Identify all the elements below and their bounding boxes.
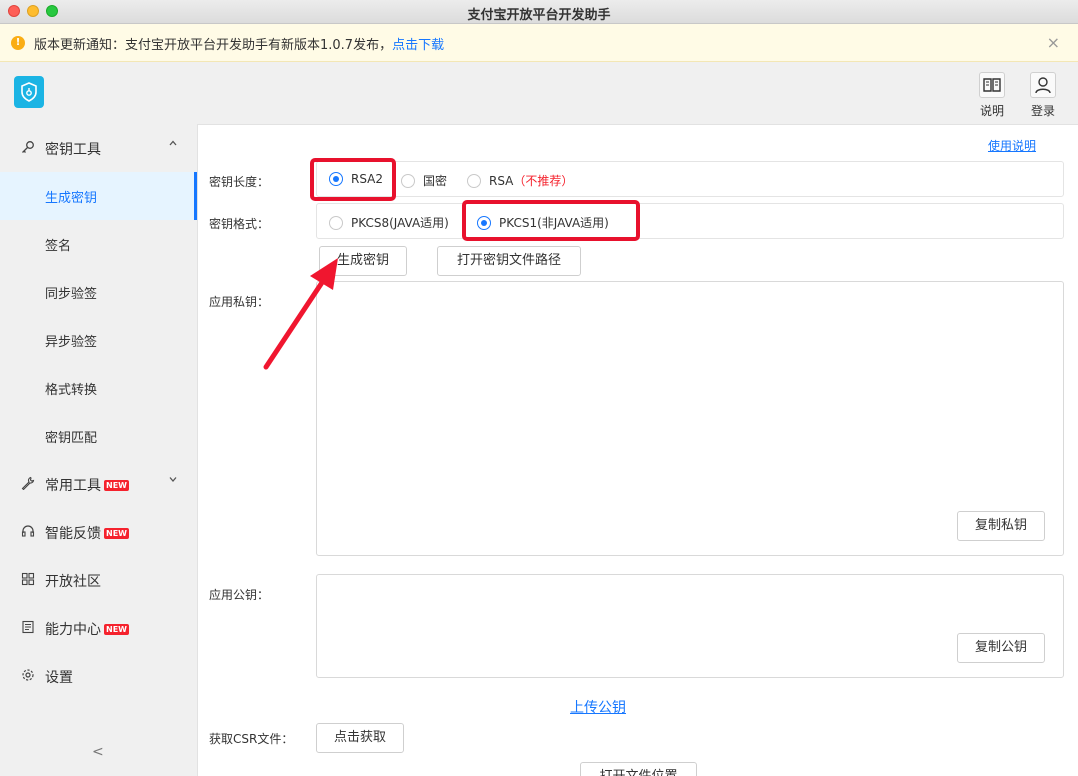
login-button[interactable]: 登录 — [1023, 68, 1063, 122]
sidebar-item-label: 签名 — [45, 239, 72, 254]
sidebar-item-label: 密钥匹配 — [45, 431, 98, 446]
sidebar-item-sync-verify[interactable]: 同步验签 — [0, 268, 197, 316]
notice-message: 版本更新通知：支付宝开放平台开发助手有新版本1.0.7发布， — [34, 38, 393, 53]
sidebar-item-async-verify[interactable]: 异步验签 — [0, 316, 197, 364]
sidebar-group-label: 能力中心 NEW — [45, 619, 129, 639]
sidebar-item-format-convert[interactable]: 格式转换 — [0, 364, 197, 412]
sidebar-group-label: 智能反馈 NEW — [45, 523, 129, 543]
chevron-down-icon — [168, 474, 178, 487]
sidebar-item-label: 同步验签 — [45, 287, 98, 302]
chevron-up-icon — [168, 138, 178, 151]
window-title: 支付宝开放平台开发助手 — [467, 8, 611, 23]
annotation-arrow-icon — [263, 258, 338, 370]
notice-text: 版本更新通知：支付宝开放平台开发助手有新版本1.0.7发布，点击下载 — [34, 34, 444, 53]
help-label: 说明 — [979, 104, 1004, 118]
sidebar-item-key-match[interactable]: 密钥匹配 — [0, 412, 197, 460]
app-header: 说明 登录 — [0, 62, 1078, 124]
new-badge: NEW — [104, 528, 129, 539]
shield-icon — [21, 82, 37, 102]
sidebar-item-label: 生成密钥 — [45, 191, 98, 206]
sidebar-item-feedback[interactable]: 智能反馈 NEW — [0, 508, 197, 556]
sidebar-item-community[interactable]: 开放社区 — [0, 556, 197, 604]
gear-icon — [20, 668, 36, 684]
warning-icon: ! — [11, 36, 25, 50]
sidebar-item-capability[interactable]: 能力中心 NEW — [0, 604, 197, 652]
sidebar-item-label: 异步验签 — [45, 335, 98, 350]
close-icon[interactable]: × — [1047, 33, 1060, 52]
grid-icon — [20, 572, 36, 588]
sidebar-group-label: 常用工具 NEW — [45, 475, 129, 495]
wrench-icon — [20, 476, 36, 492]
sidebar-item-generate-key[interactable]: 生成密钥 — [0, 172, 197, 220]
sidebar-group-label: 设置 — [45, 670, 73, 686]
sidebar-group-label: 密钥工具 — [45, 142, 101, 158]
capability-label: 能力中心 — [45, 622, 101, 638]
sidebar-item-settings[interactable]: 设置 — [0, 652, 197, 700]
download-link[interactable]: 点击下载 — [392, 38, 444, 53]
app-logo — [14, 76, 44, 108]
sidebar-item-label: 格式转换 — [45, 383, 98, 398]
sidebar-group-key-tools[interactable]: 密钥工具 — [0, 124, 197, 172]
new-badge: NEW — [104, 624, 129, 635]
sidebar-item-sign[interactable]: 签名 — [0, 220, 197, 268]
document-icon — [20, 620, 36, 636]
new-badge: NEW — [104, 480, 129, 491]
sidebar-group-label: 开放社区 — [45, 574, 101, 590]
book-icon — [979, 72, 1005, 98]
sidebar: 密钥工具 生成密钥 签名 同步验签 异步验签 格式转换 密钥匹配 常用工具 NEW… — [0, 124, 197, 776]
feedback-label: 智能反馈 — [45, 526, 101, 542]
help-button[interactable]: 说明 — [972, 68, 1012, 122]
collapse-sidebar-icon[interactable]: < — [92, 744, 104, 760]
headset-icon — [20, 524, 36, 540]
key-icon — [20, 140, 36, 156]
update-notice-bar: ! 版本更新通知：支付宝开放平台开发助手有新版本1.0.7发布，点击下载 × — [0, 24, 1078, 62]
common-tools-label: 常用工具 — [45, 478, 101, 494]
login-label: 登录 — [1030, 104, 1055, 118]
generate-key-panel: 使用说明 密钥长度： RSA2 国密 RSA（不推荐） 密钥格式： PKCS8(… — [197, 124, 1078, 776]
sidebar-group-common-tools[interactable]: 常用工具 NEW — [0, 460, 197, 508]
title-bar: 支付宝开放平台开发助手 — [0, 0, 1078, 24]
user-icon — [1030, 72, 1056, 98]
